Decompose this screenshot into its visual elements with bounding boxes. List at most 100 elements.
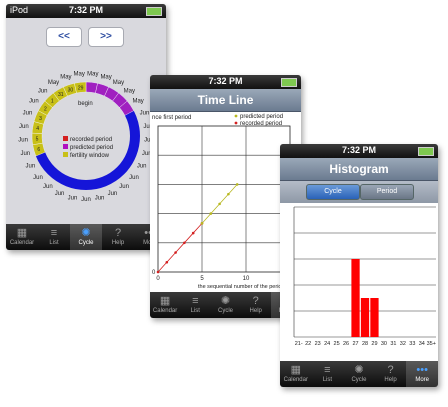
tab-label: Calendar: [283, 377, 308, 383]
cycle-wheel[interactable]: 293031123456 May MayMayMayMayJunJunJunJun…: [6, 18, 166, 224]
data-point: [165, 260, 169, 264]
tab-label: Calendar: [9, 240, 35, 246]
segment-period[interactable]: Period: [360, 184, 414, 200]
histogram-bar: [360, 298, 370, 337]
month-label: Jun: [55, 191, 65, 197]
status-bar: 7:32 PM: [150, 75, 301, 89]
x-tick-label: 25: [334, 341, 340, 347]
status-bar: 7:32 PM: [280, 144, 438, 158]
legend-swatch-fertility: [63, 152, 68, 157]
data-point: [209, 212, 213, 215]
month-label: May: [60, 74, 71, 80]
tab-label: Help: [384, 377, 397, 383]
month-label: Jun: [129, 175, 139, 181]
month-label: May: [74, 71, 85, 77]
data-point: [174, 251, 177, 254]
month-label: Jun: [43, 184, 53, 190]
histogram-toolbar: Cycle Period: [280, 181, 438, 203]
tab-cycle[interactable]: ✺ Cycle: [70, 224, 102, 250]
month-label: Jun: [19, 124, 29, 130]
tab-calendar[interactable]: ▦ Calendar: [6, 224, 38, 250]
y-axis-label: nce first period: [152, 115, 191, 121]
x-tick-label: 29: [371, 341, 377, 347]
tab-list[interactable]: ≡ List: [180, 292, 210, 318]
day-number: 31: [58, 92, 64, 98]
x-tick-label: 27: [352, 341, 358, 347]
month-label: Jun: [140, 111, 150, 117]
calendar-icon: ▦: [16, 227, 28, 239]
x-tick-label: 34: [419, 341, 425, 347]
data-point: [200, 222, 204, 225]
x-tick-label: 30: [381, 341, 387, 347]
month-label: Jun: [38, 88, 48, 94]
tab-list[interactable]: ≡ List: [38, 224, 70, 250]
tab-more[interactable]: •••More: [406, 361, 438, 387]
list-icon: ≡: [324, 364, 331, 376]
x-tick-label: 10: [243, 276, 250, 282]
x-tick-label: 5: [200, 276, 204, 282]
month-label: Jun: [137, 164, 147, 170]
histogram-content: 21- 22 23 24 25 26 27 28 29 30 31 32 33 34 35+: [280, 203, 438, 361]
legend-predicted: predicted period: [70, 145, 113, 151]
tab-label: Cycle: [218, 308, 234, 314]
tab-label: Calendar: [152, 308, 178, 314]
battery-icon: [146, 7, 162, 16]
tab-list[interactable]: ≡ List: [312, 361, 344, 387]
day-number: 5: [36, 137, 39, 143]
tab-cycle[interactable]: ✺ Cycle: [343, 361, 375, 387]
cycle-content: << >> 29 30 31 1 2 3 4 5 6 May May May May May Jun Jun…: [6, 18, 166, 224]
tab-calendar[interactable]: ▦ Calendar: [150, 292, 180, 318]
histogram-chart: 21- 22 23 24 25 26 27 28 29 30 31 32 33 34 35+: [293, 206, 436, 347]
page-title: Histogram: [280, 158, 438, 181]
day-number: 3: [39, 116, 42, 122]
legend-dot-predicted: [234, 114, 238, 118]
clock: 7:32 PM: [208, 76, 243, 86]
month-label: Jun: [25, 164, 35, 170]
help-icon: ?: [114, 227, 122, 239]
data-point: [191, 231, 195, 235]
x-tick-label: 33: [409, 341, 415, 347]
list-icon: ≡: [192, 295, 199, 307]
histogram-bar: [351, 259, 360, 337]
x-tick-label: 28: [362, 341, 368, 347]
data-point: [156, 270, 160, 274]
timeline-chart: nce first period predicted period record…: [152, 114, 294, 290]
x-tick-label: 22: [305, 341, 311, 347]
cycle-icon: ✺: [220, 295, 231, 307]
tab-help[interactable]: ? Help: [102, 224, 134, 250]
tab-help[interactable]: ? Help: [375, 361, 407, 387]
x-tick-label: 21-: [295, 341, 303, 347]
tab-label: Help: [111, 240, 125, 246]
tab-bar: ▦Calendar ≡List ✺Cycle ?Help •••More: [6, 224, 166, 250]
month-label: Jun: [23, 111, 33, 117]
segment-cycle[interactable]: Cycle: [306, 184, 360, 200]
tab-calendar[interactable]: ▦ Calendar: [280, 361, 312, 387]
clock: 7:32 PM: [68, 5, 103, 15]
battery-icon: [418, 147, 434, 156]
tab-label: List: [322, 377, 333, 383]
timeline-legend: predicted period recorded period: [234, 114, 283, 127]
month-label: Jun: [20, 151, 30, 157]
data-point: [227, 192, 230, 196]
x-tick-label: 23: [315, 341, 321, 347]
x-tick-label: 35+: [427, 341, 436, 347]
legend-fertility: fertility window: [70, 153, 110, 159]
month-label: Jun: [95, 196, 105, 202]
tab-help[interactable]: ? Help: [241, 292, 271, 318]
month-label: Jun: [29, 99, 39, 105]
x-tick-label: 24: [324, 341, 330, 347]
help-icon: ?: [252, 295, 259, 307]
month-label: Jun: [68, 196, 78, 202]
day-number: 4: [36, 126, 39, 132]
histogram-bar: [370, 298, 379, 337]
tab-label: Help: [249, 308, 262, 314]
cycle-icon: ✺: [354, 364, 364, 376]
legend-predicted: predicted period: [240, 114, 283, 120]
tab-cycle[interactable]: ✺ Cycle: [210, 292, 240, 318]
month-label: Jun: [108, 191, 118, 197]
tab-bar: ▦Calendar ≡List ✺Cycle ?Help •••More: [150, 292, 301, 318]
day-number: 6: [37, 147, 40, 153]
month-label: May: [124, 88, 135, 94]
cycle-screen: iPod 7:32 PM << >> 29 30 31 1 2 3 4 5 6 May May Ma…: [6, 4, 166, 250]
day-number: 29: [78, 85, 84, 91]
